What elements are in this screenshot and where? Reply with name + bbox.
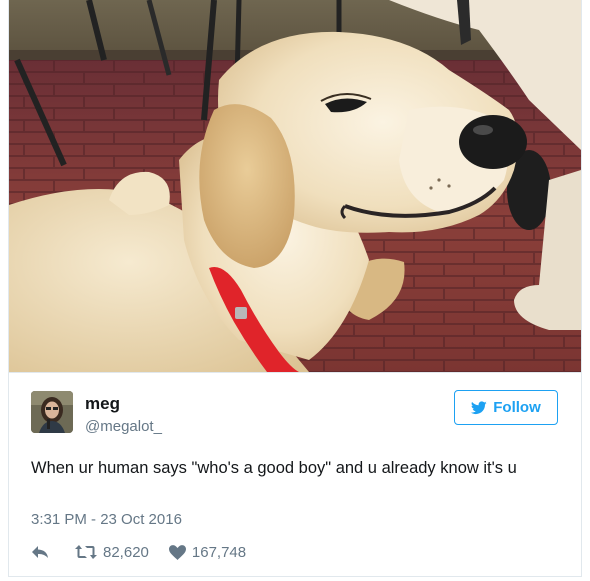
tweet-timestamp[interactable]: 3:31 PM - 23 Oct 2016: [31, 511, 182, 528]
like-count: 167,748: [191, 543, 247, 561]
reply-button[interactable]: [31, 544, 49, 560]
retweet-icon: [75, 545, 97, 559]
tweet-photo[interactable]: [9, 0, 581, 372]
tweet-actions: 82,620 167,748: [31, 541, 246, 563]
twitter-bird-icon: [471, 400, 487, 414]
author-handle[interactable]: @megalot_: [85, 418, 162, 435]
avatar[interactable]: [31, 391, 73, 433]
like-button[interactable]: 167,748: [168, 543, 247, 561]
tweet-card: meg @megalot_ Follow When ur human says …: [8, 0, 582, 577]
follow-button[interactable]: Follow: [454, 390, 558, 425]
author-name[interactable]: meg: [85, 394, 120, 414]
retweet-button[interactable]: 82,620: [75, 544, 149, 561]
retweet-count: 82,620: [103, 543, 149, 561]
follow-label: Follow: [493, 399, 541, 416]
avatar-image: [31, 391, 73, 433]
tweet-body: meg @megalot_ Follow When ur human says …: [9, 372, 581, 577]
reply-icon: [32, 546, 48, 558]
dog-photo-illustration: [9, 0, 581, 372]
tweet-text: When ur human says "who's a good boy" an…: [31, 459, 517, 477]
heart-icon: [168, 544, 186, 560]
